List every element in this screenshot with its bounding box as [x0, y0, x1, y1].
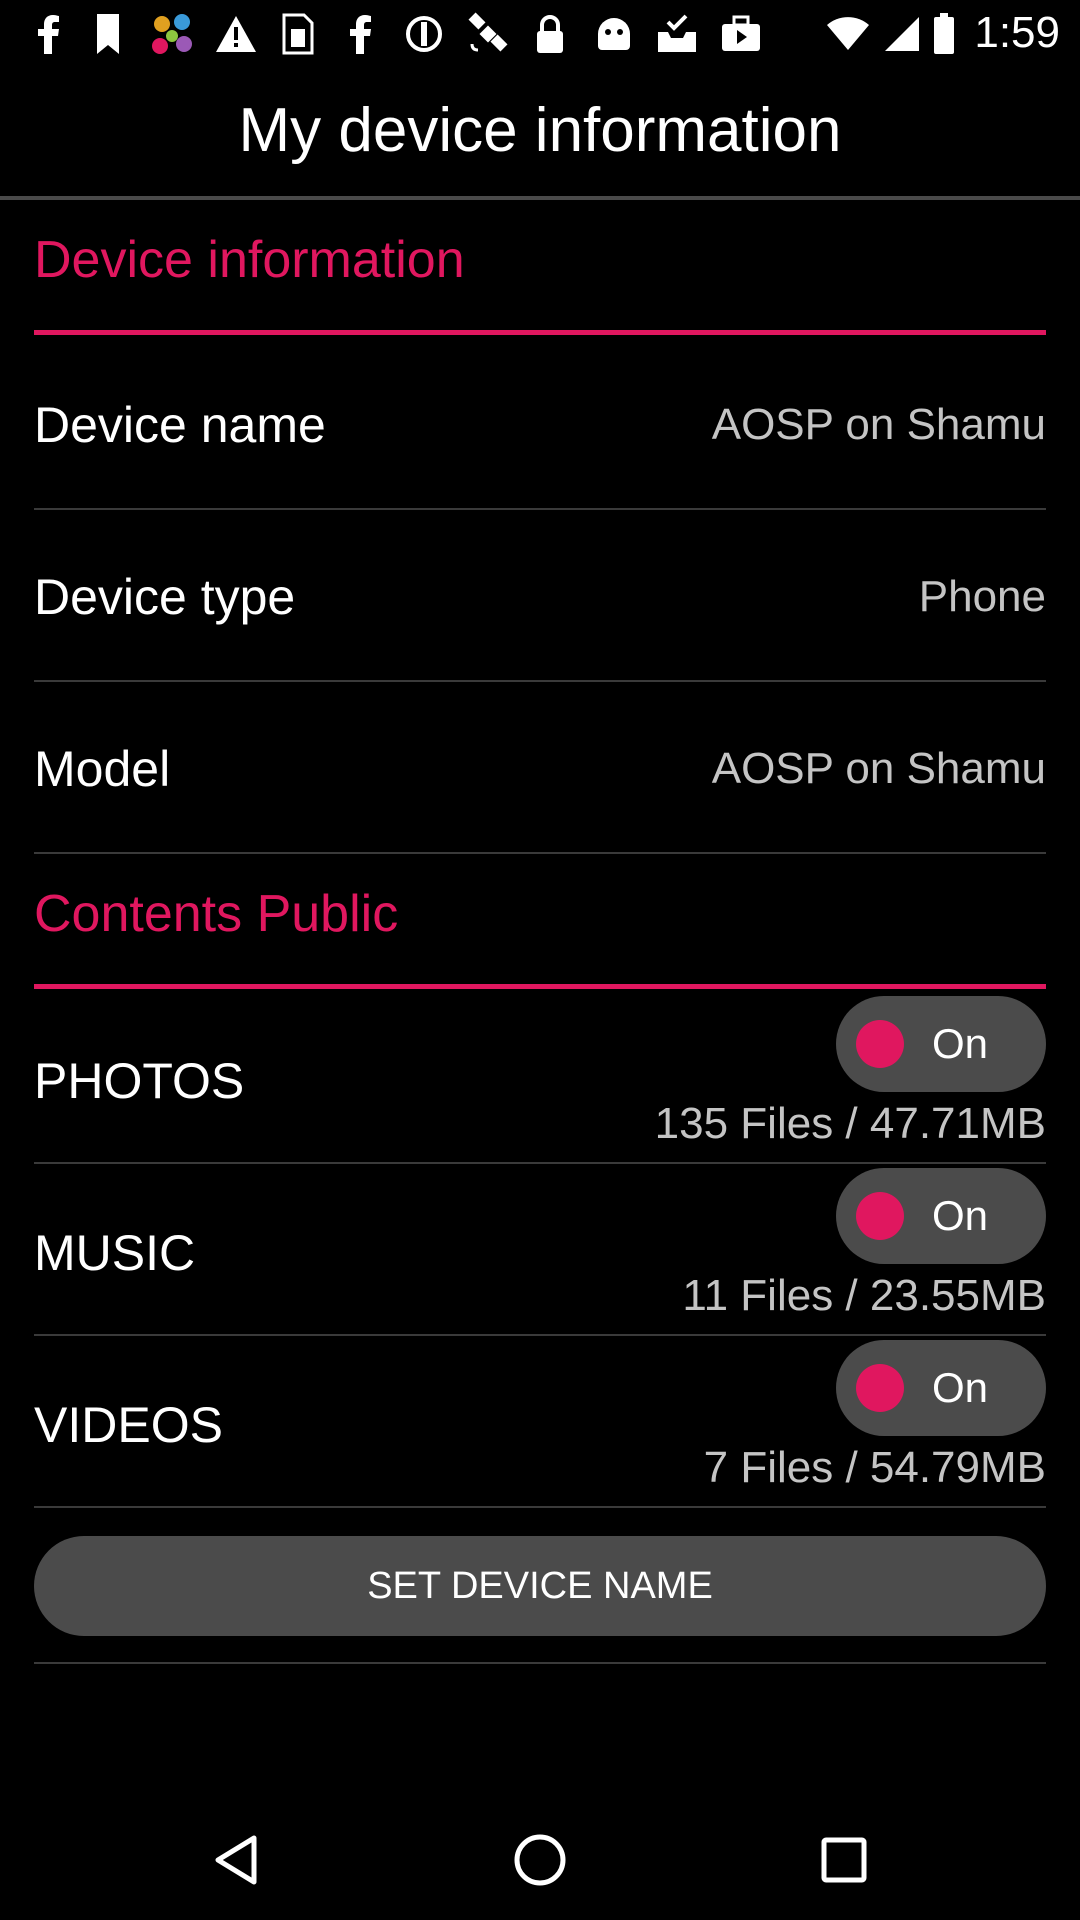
- section-underline: [34, 330, 1046, 335]
- content-stats: 11 Files / 23.55MB: [682, 1271, 1046, 1320]
- info-row-model: Model AOSP on Shamu: [34, 684, 1046, 854]
- back-icon[interactable]: [206, 1830, 266, 1890]
- toggle-state: On: [932, 1020, 989, 1067]
- content-row-photos: PHOTOS On 135 Files / 47.71MB: [34, 996, 1046, 1166]
- toggle-indicator-icon: [856, 1192, 904, 1240]
- facebook-icon: [28, 12, 68, 56]
- section-title: Device information: [34, 231, 465, 289]
- row-divider: [34, 852, 1046, 854]
- set-device-name-button[interactable]: SET DEVICE NAME: [34, 1536, 1046, 1636]
- briefcase-play-icon: [718, 12, 764, 56]
- block-icon: [402, 12, 446, 56]
- info-row-device-name: Device name AOSP on Shamu: [34, 340, 1046, 510]
- info-label: Device type: [34, 569, 296, 625]
- info-value: AOSP on Shamu: [711, 744, 1046, 793]
- section-title: Contents Public: [34, 885, 399, 943]
- recents-icon[interactable]: [814, 1830, 874, 1890]
- android-icon: [592, 12, 636, 56]
- toggle-state: On: [932, 1364, 989, 1411]
- signal-icon: [882, 12, 922, 56]
- sim-icon: [278, 12, 318, 56]
- music-toggle[interactable]: On: [836, 1168, 1046, 1264]
- row-divider: [34, 1662, 1046, 1664]
- content-label: MUSIC: [34, 1225, 196, 1281]
- app-dots-icon: [146, 12, 198, 56]
- info-label: Device name: [34, 397, 326, 453]
- content-row-music: MUSIC On 11 Files / 23.55MB: [34, 1168, 1046, 1338]
- section-header-contents-public: Contents Public: [34, 884, 1046, 944]
- info-row-device-type: Device type Phone: [34, 512, 1046, 682]
- page-title: My device information: [238, 96, 842, 165]
- content-stats: 135 Files / 47.71MB: [654, 1099, 1046, 1148]
- toggle-indicator-icon: [856, 1364, 904, 1412]
- home-icon[interactable]: [510, 1830, 570, 1890]
- wifi-icon: [826, 12, 870, 56]
- warning-icon: [214, 12, 258, 56]
- inbox-check-icon: [654, 12, 700, 56]
- section-underline: [34, 984, 1046, 989]
- facebook-icon: [340, 12, 380, 56]
- row-divider: [34, 680, 1046, 682]
- satellite-icon: [464, 12, 512, 56]
- lock-icon: [530, 12, 570, 56]
- row-divider: [34, 508, 1046, 510]
- toggle-indicator-icon: [856, 1020, 904, 1068]
- row-divider: [34, 1334, 1046, 1336]
- section-header-device-information: Device information: [34, 230, 1046, 290]
- info-value: Phone: [918, 572, 1046, 621]
- navigation-bar: [0, 1800, 1080, 1920]
- info-value: AOSP on Shamu: [711, 400, 1046, 449]
- toggle-state: On: [932, 1192, 989, 1239]
- title-divider: [0, 196, 1080, 200]
- content-label: PHOTOS: [34, 1053, 245, 1109]
- title-bar: My device information: [0, 66, 1080, 196]
- content-label: VIDEOS: [34, 1397, 223, 1453]
- status-time: 1:59: [974, 8, 1060, 57]
- videos-toggle[interactable]: On: [836, 1340, 1046, 1436]
- status-bar: 1:59: [0, 0, 1080, 66]
- info-label: Model: [34, 741, 171, 797]
- row-divider: [34, 1506, 1046, 1508]
- row-divider: [34, 1162, 1046, 1164]
- tag-icon: [88, 12, 128, 56]
- content-stats: 7 Files / 54.79MB: [703, 1443, 1046, 1492]
- photos-toggle[interactable]: On: [836, 996, 1046, 1092]
- content-row-videos: VIDEOS On 7 Files / 54.79MB: [34, 1340, 1046, 1510]
- battery-icon: [932, 12, 956, 56]
